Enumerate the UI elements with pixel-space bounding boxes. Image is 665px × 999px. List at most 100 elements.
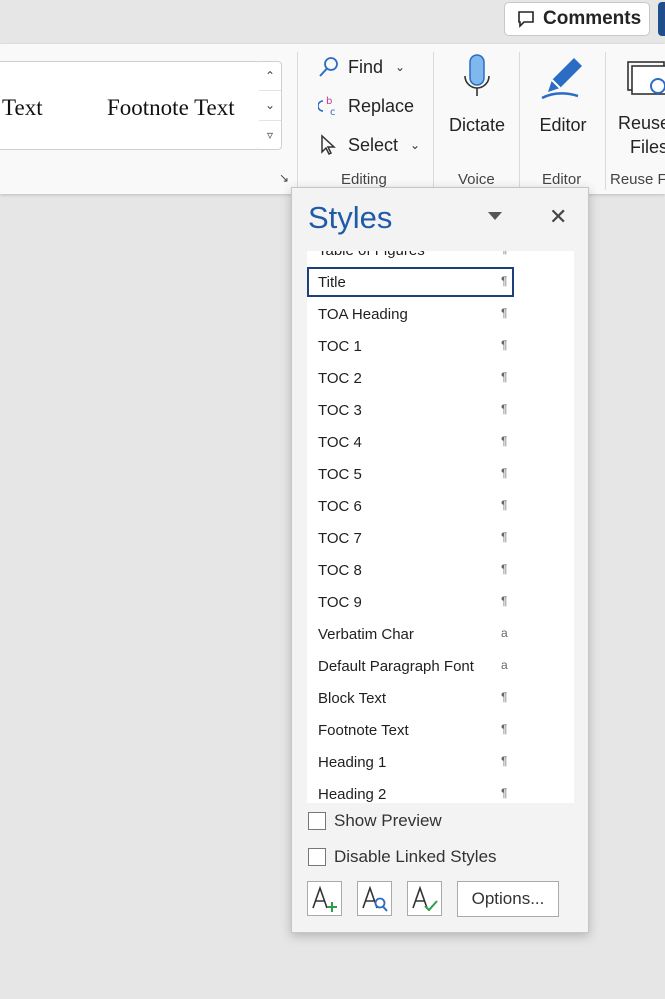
- style-name: Table of Figures: [318, 251, 425, 259]
- style-name: Heading 2: [318, 786, 387, 803]
- checkbox-box[interactable]: [308, 812, 326, 830]
- gallery-more-icon[interactable]: ▿: [259, 121, 281, 149]
- style-name: TOA Heading: [318, 306, 408, 323]
- find-button[interactable]: Find ⌄: [318, 56, 405, 78]
- style-name: TOC 8: [318, 562, 362, 579]
- gallery-scroll-controls: ⌃ ⌄ ▿: [259, 61, 282, 150]
- gallery-up-icon[interactable]: ⌃: [259, 62, 281, 92]
- style-name: TOC 1: [318, 338, 362, 355]
- styles-launcher-icon[interactable]: ↘: [279, 172, 292, 185]
- comments-button[interactable]: Comments: [504, 2, 650, 36]
- editor-group-label: Editor: [542, 171, 582, 188]
- close-icon[interactable]: ✕: [549, 204, 567, 230]
- style-list-item[interactable]: Table of Figures ¶: [307, 251, 514, 265]
- gallery-item[interactable]: Footnote Text: [107, 95, 235, 121]
- style-list-item[interactable]: Block Text ¶: [307, 683, 514, 713]
- style-list-item[interactable]: Default Paragraph Font a: [307, 651, 514, 681]
- microphone-icon: [464, 54, 490, 96]
- style-list-item[interactable]: Footnote Text ¶: [307, 715, 514, 745]
- paragraph-style-icon: ¶: [501, 690, 508, 704]
- reuse-files-icon: [627, 61, 665, 95]
- group-divider: [519, 52, 520, 190]
- svg-text:c: c: [330, 107, 336, 117]
- paragraph-style-icon: ¶: [501, 370, 508, 384]
- style-name: TOC 5: [318, 466, 362, 483]
- paragraph-style-icon: ¶: [501, 251, 507, 256]
- cursor-arrow-icon: [321, 134, 336, 156]
- disable-linked-styles-checkbox[interactable]: Disable Linked Styles: [308, 847, 497, 867]
- gallery-down-icon[interactable]: ⌄: [259, 91, 281, 121]
- style-list-item[interactable]: TOC 4 ¶: [307, 427, 514, 457]
- options-button[interactable]: Options...: [457, 881, 559, 917]
- svg-text:b: b: [326, 96, 332, 107]
- style-list-item[interactable]: TOC 6 ¶: [307, 491, 514, 521]
- comments-label: Comments: [543, 8, 642, 29]
- style-inspector-icon: [362, 885, 388, 912]
- character-style-icon: a: [501, 658, 508, 672]
- select-button[interactable]: Select ⌄: [318, 134, 420, 156]
- style-list-item[interactable]: TOC 2 ¶: [307, 363, 514, 393]
- style-name: TOC 9: [318, 594, 362, 611]
- style-name: Default Paragraph Font: [318, 658, 474, 675]
- paragraph-style-icon: ¶: [501, 562, 508, 576]
- style-name: TOC 4: [318, 434, 362, 451]
- gallery-item[interactable]: ck Text: [0, 95, 43, 121]
- reuse-group-label: Reuse F: [610, 171, 665, 188]
- style-name: Footnote Text: [318, 722, 409, 739]
- paragraph-style-icon: ¶: [501, 498, 508, 512]
- style-list-item[interactable]: TOC 1 ¶: [307, 331, 514, 361]
- new-style-button[interactable]: [307, 881, 342, 916]
- paragraph-style-icon: ¶: [501, 530, 508, 544]
- editor-pen-icon: [541, 58, 582, 100]
- style-list-item[interactable]: Heading 1 ¶: [307, 747, 514, 777]
- paragraph-style-icon: ¶: [501, 274, 508, 288]
- paragraph-style-icon: ¶: [501, 434, 508, 448]
- style-name: TOC 7: [318, 530, 362, 547]
- chevron-down-icon: ⌄: [410, 138, 421, 152]
- style-list-item[interactable]: Verbatim Char a: [307, 619, 514, 649]
- style-name: Block Text: [318, 690, 387, 707]
- styles-pane-title: Styles: [308, 200, 393, 235]
- voice-group-label: Voice: [458, 171, 495, 188]
- chevron-down-icon: ⌄: [395, 60, 406, 74]
- paragraph-style-icon: ¶: [501, 338, 508, 352]
- find-icon: [319, 57, 338, 77]
- style-list-item[interactable]: Title ¶: [307, 267, 514, 297]
- editor-button[interactable]: Editor: [530, 52, 596, 137]
- pane-options-dropdown-icon[interactable]: [488, 212, 502, 220]
- paragraph-style-icon: ¶: [501, 306, 508, 320]
- dictate-button[interactable]: Dictate: [443, 52, 511, 137]
- style-name: TOC 2: [318, 370, 362, 387]
- share-button-edge[interactable]: [658, 2, 665, 36]
- group-divider: [297, 52, 298, 190]
- style-name: Verbatim Char: [318, 626, 414, 643]
- styles-pane: Styles ✕ Table of Figures¶Title¶TOA Head…: [291, 187, 589, 933]
- style-list-item[interactable]: TOC 8 ¶: [307, 555, 514, 585]
- ribbon: ck Text Footnote Text ⌃ ⌄ ▿ ↘ Find ⌄ bc …: [0, 44, 665, 194]
- style-name: Title: [318, 274, 346, 291]
- style-list-item[interactable]: TOC 5 ¶: [307, 459, 514, 489]
- style-list-item[interactable]: TOC 7 ¶: [307, 523, 514, 553]
- checkbox-box[interactable]: [308, 848, 326, 866]
- style-list-item[interactable]: Heading 2 ¶: [307, 779, 514, 803]
- style-list-item[interactable]: TOA Heading ¶: [307, 299, 514, 329]
- title-bar: Comments: [0, 0, 665, 44]
- paragraph-style-icon: ¶: [501, 786, 508, 800]
- replace-icon: bc: [318, 96, 336, 117]
- reuse-files-button[interactable]: Reuse Files: [618, 52, 665, 159]
- show-preview-checkbox[interactable]: Show Preview: [308, 811, 442, 831]
- style-list-item[interactable]: TOC 9 ¶: [307, 587, 514, 617]
- manage-styles-button[interactable]: [407, 881, 442, 916]
- replace-button[interactable]: bc Replace: [318, 95, 414, 117]
- style-list-item[interactable]: TOC 3 ¶: [307, 395, 514, 425]
- paragraph-style-icon: ¶: [501, 402, 508, 416]
- character-style-icon: a: [501, 626, 508, 640]
- editing-group-label: Editing: [341, 171, 387, 188]
- paragraph-style-icon: ¶: [501, 466, 508, 480]
- group-divider: [605, 52, 606, 190]
- style-inspector-button[interactable]: [357, 881, 392, 916]
- manage-styles-icon: [412, 885, 438, 912]
- style-name: Heading 1: [318, 754, 387, 771]
- styles-gallery[interactable]: ck Text Footnote Text: [0, 61, 261, 150]
- styles-list[interactable]: Table of Figures¶Title¶TOA Heading¶TOC 1…: [307, 251, 574, 803]
